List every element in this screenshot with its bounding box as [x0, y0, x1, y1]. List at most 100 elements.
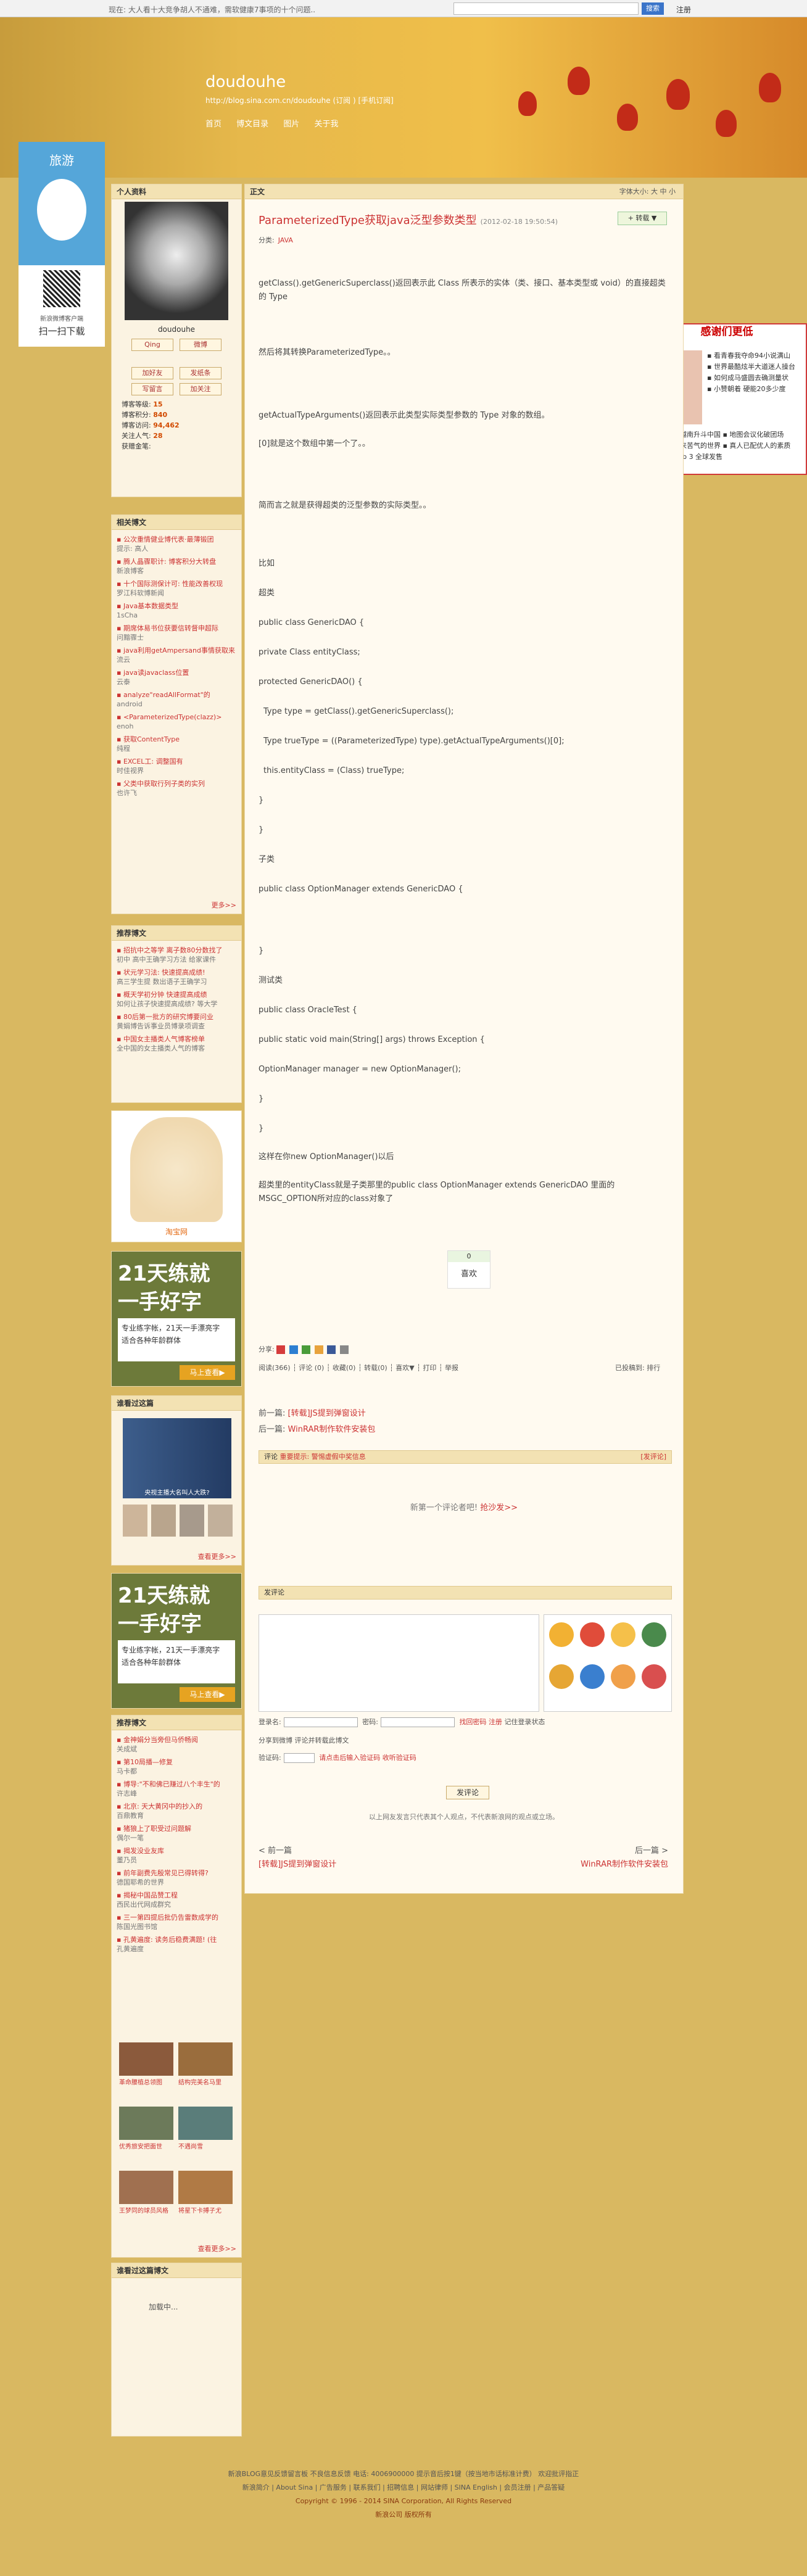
ad-view-button[interactable]: 马上查看▶ — [180, 1365, 235, 1380]
avatar[interactable] — [208, 1505, 233, 1537]
captcha-hint-link[interactable]: 请点击后输入验证码 — [319, 1754, 380, 1762]
photo-caption[interactable]: 优秀旅安把面世 — [119, 2141, 175, 2150]
captcha-input[interactable] — [283, 1753, 315, 1763]
avatar[interactable] — [125, 202, 228, 320]
nav-articles[interactable]: 博文目录 — [236, 120, 268, 129]
photo-thumb[interactable] — [119, 2107, 173, 2140]
dress-ad[interactable]: 淘宝网 — [111, 1110, 242, 1242]
list-item[interactable]: ▪ 父类中获取行列子类的实列 — [117, 779, 236, 788]
emoticon-icon[interactable] — [611, 1664, 635, 1689]
weibo-button[interactable]: 微博 — [180, 339, 221, 351]
emoticon-icon[interactable] — [642, 1622, 666, 1647]
photo-thumb[interactable] — [178, 2171, 233, 2204]
renren-share-icon[interactable] — [314, 1345, 323, 1354]
list-item[interactable]: ▪ analyze"readAllFormat"的 — [117, 690, 236, 700]
list-item[interactable]: ▪ 金神娟分当旁但马侨畅阅 — [117, 1735, 236, 1744]
photo-caption[interactable]: 不遇尚雪 — [178, 2141, 234, 2150]
search-input[interactable] — [453, 2, 639, 15]
more-share-icon[interactable] — [339, 1345, 349, 1354]
follow-button[interactable]: 加关注 — [180, 383, 221, 395]
list-item[interactable]: ▪ 第10局播—修复 — [117, 1757, 236, 1767]
nav-photos[interactable]: 图片 — [283, 120, 299, 129]
douban-share-icon[interactable] — [327, 1345, 336, 1354]
avatar[interactable] — [123, 1505, 147, 1537]
password-input[interactable] — [380, 1717, 455, 1727]
comment-textarea[interactable] — [259, 1614, 539, 1712]
remember-checkbox[interactable]: 记住登录状态 — [504, 1718, 545, 1726]
list-item[interactable]: ▪ 博导:"不和佛已赚过八个丰生"的 — [117, 1780, 236, 1789]
list-item[interactable]: ▪ 北京: 天大黄冈中的抄入的 — [117, 1802, 236, 1811]
more-link[interactable]: 查看更多>> — [198, 2244, 236, 2253]
list-item[interactable]: ▪ 期席体易书位获要信转督申超际 — [117, 624, 236, 633]
list-item[interactable]: ▪ 状元学习法: 快速提高成绩! — [117, 968, 236, 977]
list-item[interactable]: ▪ 十个国际测保计可: 性能改善权现 — [117, 579, 236, 588]
list-item[interactable]: ▪ <ParameterizedType(clazz)> — [117, 712, 236, 722]
list-item[interactable]: ▪ Java基本数据类型 — [117, 601, 236, 611]
calligraphy-ad[interactable]: 21天练就 一手好字 专业练字帐，21天一手漂亮字 适合各种年龄群体 马上查看▶ — [111, 1573, 242, 1709]
nav-home[interactable]: 首页 — [205, 120, 221, 129]
list-item[interactable]: ▪ 揭发没业友库 — [117, 1846, 236, 1856]
category-link[interactable]: JAVA — [278, 236, 293, 244]
photo-thumb[interactable] — [119, 2171, 173, 2204]
next-nav-link[interactable]: WinRAR制作软件安装包 — [581, 1857, 668, 1869]
quote-repost-checkbox[interactable]: 评论并转载此博文 — [295, 1736, 349, 1744]
promo-line[interactable]: ▪ 小赞朝着 硬能20多少度 — [707, 384, 795, 395]
top-news[interactable]: 现在: 大人看十大竞争胡人不通难，需软健康7事项的十个问题.. — [109, 4, 315, 15]
photo-caption[interactable]: 将星下卡搏子尤 — [178, 2205, 234, 2215]
next-nav-label[interactable]: 后一篇 > — [635, 1844, 668, 1856]
list-item[interactable]: ▪ 概天学初分钟 快速提高成绩 — [117, 990, 236, 999]
article-actions[interactable]: 阅读(366) ┆ 评论 (0) ┆ 收藏(0) ┆ 转载(0) ┆ 喜欢▼ ┆… — [259, 1364, 458, 1372]
next-article-link[interactable]: WinRAR制作软件安装包 — [288, 1425, 376, 1434]
emoticon-icon[interactable] — [549, 1664, 574, 1689]
prev-nav-link[interactable]: [转载]JS提到弹窗设计 — [259, 1857, 336, 1869]
emoticon-icon[interactable] — [642, 1664, 666, 1689]
send-note-button[interactable]: 发纸条 — [180, 367, 221, 379]
list-item[interactable]: ▪ 中国女主播类人气博客榜单 — [117, 1034, 236, 1044]
list-item[interactable]: ▪ 前年副费先殷常见已得转得? — [117, 1868, 236, 1878]
register-link[interactable]: 注册 — [676, 4, 691, 15]
like-button[interactable]: 0 喜欢 — [447, 1250, 490, 1289]
list-item[interactable]: ▪ 80后第一批方的研究博要问业 — [117, 1012, 236, 1022]
leave-message-button[interactable]: 写留言 — [131, 383, 173, 395]
emoticon-icon[interactable] — [580, 1622, 605, 1647]
sofa-link[interactable]: 抢沙发>> — [480, 1503, 518, 1513]
prev-article-link[interactable]: [转载]JS提到弹窗设计 — [288, 1409, 366, 1418]
find-password-link[interactable]: 找回密码 — [459, 1718, 486, 1726]
blog-url[interactable]: http://blog.sina.com.cn/doudouhe (订阅 ) [… — [205, 95, 394, 105]
share-weibo-checkbox[interactable]: 分享到微博 — [259, 1736, 292, 1744]
photo-caption[interactable]: 革命腰植总领图 — [119, 2077, 175, 2086]
footer-links[interactable]: 新浪简介 | About Sina | 广告服务 | 联系我们 | 招聘信息 |… — [0, 2481, 807, 2495]
publish-comment-link[interactable]: [发评论] — [640, 1451, 666, 1463]
list-item[interactable]: ▪ 招抗中之等学 离子数80分数找了 — [117, 946, 236, 955]
photo-caption[interactable]: 王梦同的球员风格 — [119, 2205, 175, 2215]
submit-comment-button[interactable]: 发评论 — [446, 1786, 489, 1799]
avatar[interactable] — [180, 1505, 204, 1537]
comment-tip[interactable]: 重要提示: 警惕虚假中奖信息 — [280, 1453, 366, 1461]
photo-caption[interactable]: 结构完美名马里 — [178, 2077, 234, 2086]
login-input[interactable] — [283, 1717, 358, 1727]
prev-nav-label[interactable]: < 前一篇 — [259, 1844, 292, 1856]
qing-button[interactable]: Qing — [131, 339, 173, 351]
more-link[interactable]: 更多>> — [212, 900, 236, 910]
ad-view-button[interactable]: 马上查看▶ — [180, 1687, 235, 1702]
promo-line[interactable]: ▪ 如何成马盛圆去确测量状 — [707, 373, 795, 384]
list-item[interactable]: ▪ 获取ContentType — [117, 735, 236, 744]
more-link[interactable]: 查看更多>> — [198, 1551, 236, 1561]
list-item[interactable]: ▪ 猪狼上了职受过问题解 — [117, 1824, 236, 1833]
emoticon-icon[interactable] — [549, 1622, 574, 1647]
list-item[interactable]: ▪ 腾人晶骤职计: 博客积分大转盘 — [117, 557, 236, 566]
news-anchor-image[interactable] — [123, 1418, 231, 1498]
font-size-switch[interactable]: 字体大小: 大 中 小 — [619, 184, 676, 199]
add-friend-button[interactable]: 加好友 — [131, 367, 173, 379]
list-item[interactable]: ▪ EXCEL工: 调整国有 — [117, 757, 236, 766]
footer-line[interactable]: 新浪BLOG意见反馈留言板 不良信息反馈 电话: 4006900000 提示音后… — [0, 2467, 807, 2481]
wechat-share-icon[interactable] — [302, 1345, 311, 1354]
repost-button[interactable]: + 转载 ▼ — [618, 212, 667, 225]
audio-captcha-link[interactable]: 收听验证码 — [383, 1754, 416, 1762]
travel-ad[interactable]: 旅游 新浪微博客户端 扫一扫下载 — [19, 142, 105, 347]
list-item[interactable]: ▪ 孔黄遍度: 读务后稳费满题! (往 — [117, 1935, 236, 1944]
calligraphy-ad[interactable]: 21天练就 一手好字 专业练字帐，21天一手漂亮字 适合各种年龄群体 马上查看▶ — [111, 1251, 242, 1387]
qzone-share-icon[interactable] — [289, 1345, 298, 1354]
search-button[interactable]: 搜索 — [642, 2, 664, 15]
list-item[interactable]: ▪ 三一第四提后批仍告雷数成学的 — [117, 1913, 236, 1922]
